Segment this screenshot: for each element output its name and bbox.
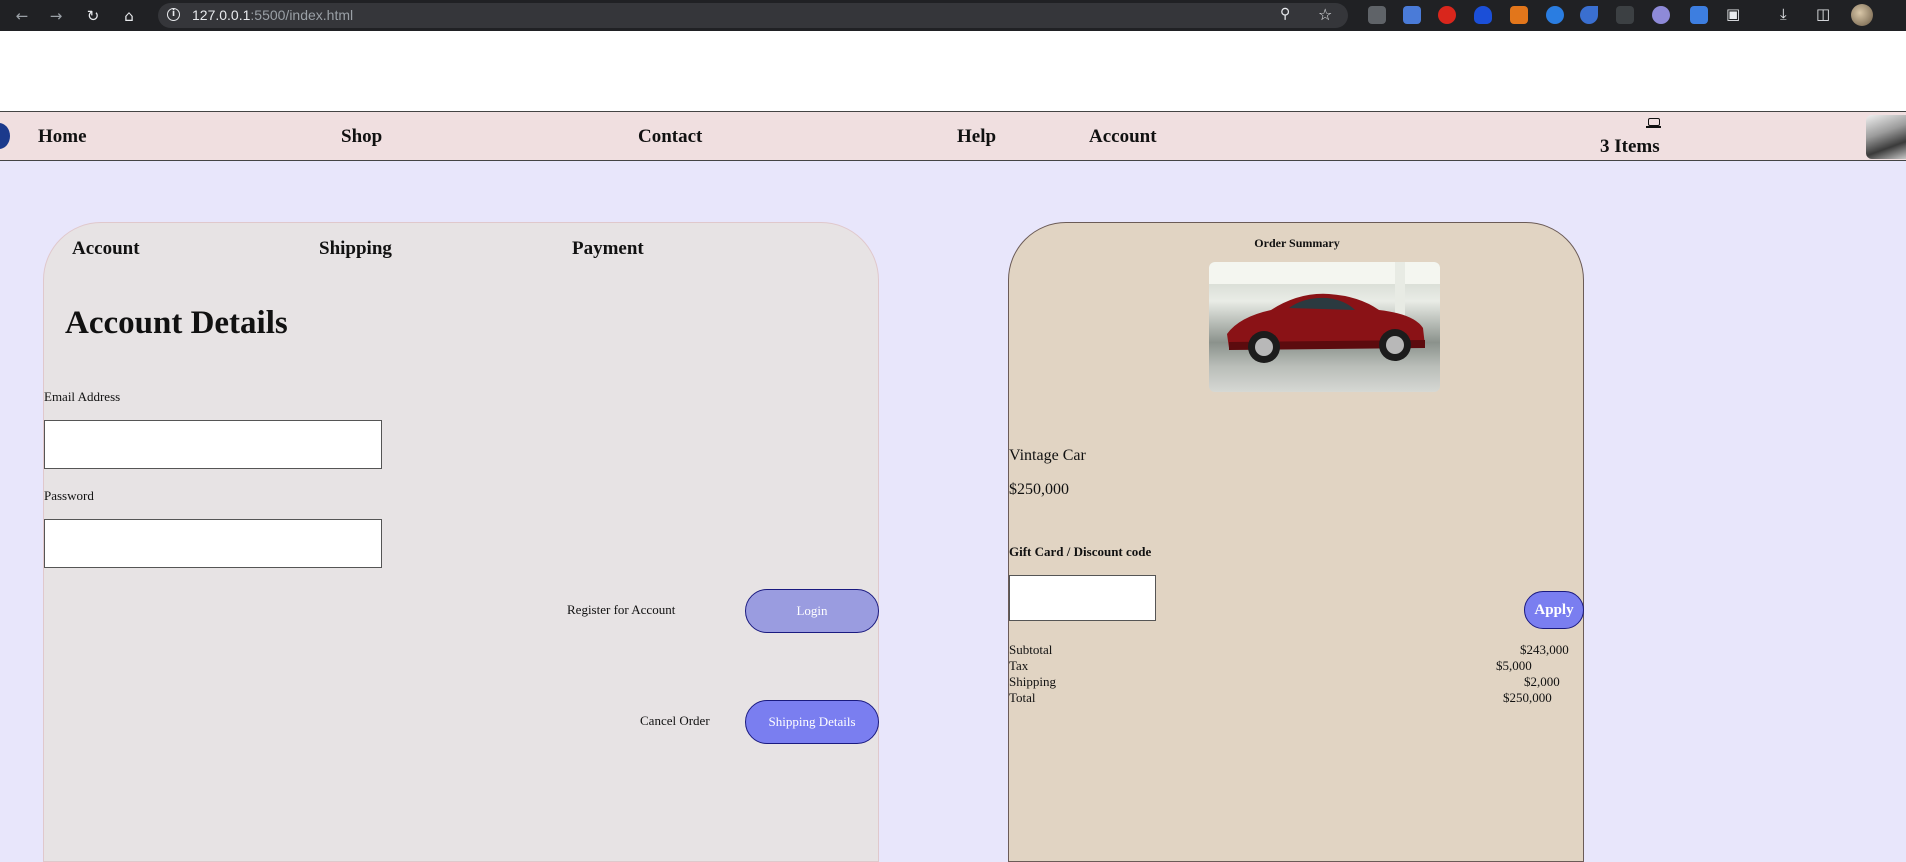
shipping-cost-label: Shipping xyxy=(1009,674,1056,689)
product-name: Vintage Car xyxy=(1009,447,1086,464)
extension-download-icon[interactable] xyxy=(1368,6,1386,24)
user-avatar[interactable] xyxy=(1866,115,1906,159)
email-field[interactable] xyxy=(44,420,382,469)
extension-red-icon[interactable] xyxy=(1438,6,1456,24)
nav-contact[interactable]: Contact xyxy=(638,126,702,148)
back-icon[interactable]: ← xyxy=(12,6,32,26)
tab-account[interactable]: Account xyxy=(72,238,140,260)
cancel-order-link[interactable]: Cancel Order xyxy=(640,713,710,729)
site-info-icon[interactable]: i xyxy=(167,8,180,21)
extension-purple-icon[interactable] xyxy=(1652,6,1670,24)
nav-account[interactable]: Account xyxy=(1089,126,1157,148)
extensions-puzzle-icon[interactable]: ▣ xyxy=(1726,5,1740,23)
discount-code-input[interactable] xyxy=(1009,575,1156,621)
address-bar[interactable]: i 127.0.0.1:5500/index.html ⚲ ☆ xyxy=(158,3,1348,28)
tab-shipping[interactable]: Shipping xyxy=(319,238,392,260)
product-price: $250,000 xyxy=(1009,481,1069,498)
home-icon[interactable]: ⌂ xyxy=(119,6,139,26)
browser-toolbar: ← → ↻ ⌂ i 127.0.0.1:5500/index.html ⚲ ☆ … xyxy=(0,0,1906,31)
order-summary-panel: Order Summary Vintage Car $250,000 Gift … xyxy=(1008,222,1584,862)
tab-payment[interactable]: Payment xyxy=(572,238,644,260)
extension-down-circle-icon[interactable] xyxy=(1546,6,1564,24)
extension-translate-icon[interactable] xyxy=(1403,6,1421,24)
zoom-icon[interactable]: ⚲ xyxy=(1280,6,1290,22)
shipping-cost-value: $2,000 xyxy=(1524,674,1560,689)
checkout-panel: Account Shipping Payment Account Details… xyxy=(43,222,879,862)
extension-doc-icon[interactable] xyxy=(1690,6,1708,24)
forward-icon[interactable]: → xyxy=(46,6,66,26)
page-title: Account Details xyxy=(65,305,288,341)
cart-count[interactable]: 3 Items xyxy=(1600,136,1660,158)
password-field[interactable] xyxy=(44,519,382,568)
url-text: 127.0.0.1:5500/index.html xyxy=(192,7,354,23)
apply-button[interactable]: Apply xyxy=(1524,591,1584,629)
login-button[interactable]: Login xyxy=(745,589,879,633)
downloads-icon[interactable]: ⤓ xyxy=(1780,5,1787,23)
extension-drop-icon[interactable] xyxy=(1580,6,1598,24)
side-panel-icon[interactable]: ◫ xyxy=(1816,5,1830,23)
nav-help[interactable]: Help xyxy=(957,126,996,148)
profile-avatar[interactable] xyxy=(1851,4,1873,26)
extension-fox-icon[interactable] xyxy=(1510,6,1528,24)
email-label: Email Address xyxy=(44,389,121,404)
discount-code-label: Gift Card / Discount code xyxy=(1009,544,1152,559)
extension-u-icon[interactable] xyxy=(1616,6,1634,24)
cart-icon[interactable] xyxy=(1646,118,1661,128)
page-top-spacer xyxy=(0,31,1906,111)
site-navbar: Home Shop Contact Help Account 3 Items xyxy=(0,111,1906,161)
total-label: Total xyxy=(1009,690,1036,705)
total-value: $250,000 xyxy=(1503,690,1552,705)
order-summary-title: Order Summary xyxy=(1254,236,1340,250)
password-label: Password xyxy=(44,488,94,503)
subtotal-value: $243,000 xyxy=(1520,642,1569,657)
register-link[interactable]: Register for Account xyxy=(567,602,675,618)
tax-value: $5,000 xyxy=(1496,658,1532,673)
bookmark-star-icon[interactable]: ☆ xyxy=(1318,5,1332,24)
nav-home[interactable]: Home xyxy=(38,126,87,148)
reload-icon[interactable]: ↻ xyxy=(83,6,103,26)
shipping-details-button[interactable]: Shipping Details xyxy=(745,700,879,744)
subtotal-label: Subtotal xyxy=(1009,642,1053,657)
site-logo[interactable] xyxy=(0,123,10,149)
nav-shop[interactable]: Shop xyxy=(341,126,382,148)
product-image xyxy=(1209,262,1440,392)
tax-label: Tax xyxy=(1009,658,1029,673)
extension-shield-icon[interactable] xyxy=(1474,6,1492,24)
